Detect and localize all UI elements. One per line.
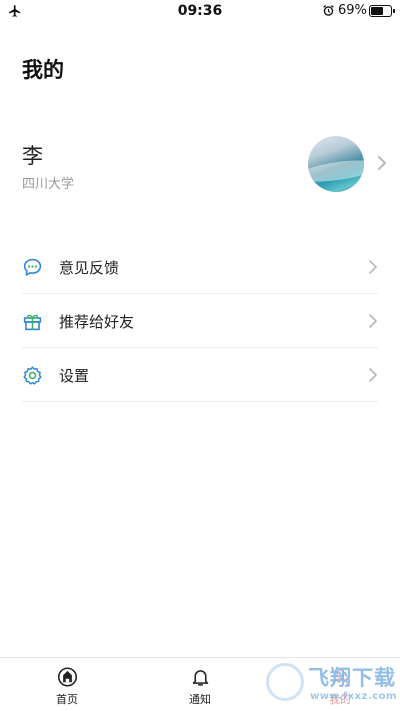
tab-notification[interactable]: 通知 [160,658,240,711]
chevron-right-icon [369,314,377,328]
tab-home[interactable]: 首页 [27,658,107,711]
battery-fill [371,7,384,15]
chevron-right-icon [369,368,377,382]
battery-tip [393,9,395,13]
chevron-right-icon [369,260,377,274]
user-school: 四川大学 [22,177,75,192]
menu-item-recommend[interactable]: 推荐给好友 [22,294,378,348]
menu-item-feedback[interactable]: 意见反馈 [22,240,378,294]
battery-icon [369,5,395,17]
menu-item-label: 推荐给好友 [59,313,135,331]
battery-percent: 69% [338,3,367,18]
home-icon [57,667,78,687]
menu-list: 意见反馈 推荐给好友 设置 [22,240,378,402]
tab-label: 首页 [56,693,78,706]
menu-item-label: 意见反馈 [59,259,120,277]
user-name: 李 [22,144,43,168]
avatar[interactable] [308,136,364,192]
status-bar: 09:36 69% [0,0,400,24]
menu-item-label: 设置 [59,367,90,385]
watermark-title: 飞翔下载 [308,666,396,690]
menu-item-settings[interactable]: 设置 [22,348,378,402]
profile-card[interactable]: 李 四川大学 [0,120,400,210]
watermark-url: www.fxxz.com [310,691,397,702]
gear-icon [23,366,42,385]
gift-icon [23,314,42,331]
page-title: 我的 [22,58,64,82]
watermark-logo: 飞翔下载 www.fxxz.com [262,660,398,710]
tab-label: 通知 [189,693,211,706]
chevron-right-icon [378,156,386,170]
chat-bubbles-icon [23,258,42,276]
avatar-wave [308,156,364,186]
bell-icon [192,670,209,686]
watermark-circle-icon [266,663,304,701]
alarm-clock-icon [323,5,334,16]
